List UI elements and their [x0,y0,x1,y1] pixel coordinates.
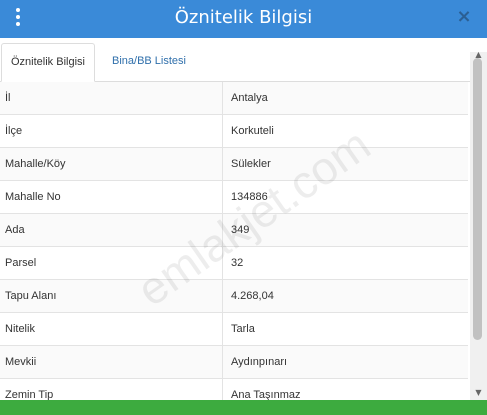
table-row: İl Antalya [0,82,468,115]
attribute-key: Parsel [0,246,223,280]
attribute-key: Nitelik [0,312,223,346]
close-icon[interactable]: × [453,6,475,28]
attribute-key: Mahalle/Köy [0,147,223,181]
table-row: Parsel 32 [0,246,468,280]
table-row: Ada 349 [0,213,468,247]
table-row: Nitelik Tarla [0,312,468,346]
tab-oznitelik-bilgisi[interactable]: Öznitelik Bilgisi [1,43,95,82]
attribute-key: Ada [0,213,223,247]
table-row: Mevkii Aydınpınarı [0,345,468,379]
attribute-value: Ana Taşınmaz [222,378,468,400]
scrollbar-thumb[interactable] [473,58,482,340]
attribute-value: Korkuteli [222,114,468,148]
table-row: Tapu Alanı 4.268,04 [0,279,468,313]
tab-bina-bb-listesi[interactable]: Bina/BB Listesi [103,43,195,80]
table-row: Mahalle No 134886 [0,180,468,214]
attribute-table: İl Antalya İlçe Korkuteli Mahalle/Köy Sü… [0,82,468,400]
scrollbar[interactable]: ▲ ▼ [470,50,487,400]
dialog-title: Öznitelik Bilgisi [174,7,313,28]
attribute-table-container: İl Antalya İlçe Korkuteli Mahalle/Köy Sü… [0,82,468,400]
attribute-value: 349 [222,213,468,247]
attribute-key: Mahalle No [0,180,223,214]
attribute-value: Antalya [222,82,468,115]
table-row: Mahalle/Köy Sülekler [0,147,468,181]
attribute-value: Aydınpınarı [222,345,468,379]
attribute-key: Mevkii [0,345,223,379]
table-row: Zemin Tip Ana Taşınmaz [0,378,468,400]
attribute-value: 32 [222,246,468,280]
attribute-key: Tapu Alanı [0,279,223,313]
attribute-value: 4.268,04 [222,279,468,313]
tab-bar: Öznitelik Bilgisi Bina/BB Listesi [0,38,470,82]
attribute-key: Zemin Tip [0,378,223,400]
dialog-header: Öznitelik Bilgisi × [0,0,487,38]
attribute-value: Tarla [222,312,468,346]
attribute-key: İl [0,82,223,115]
dialog-footer-bar [0,400,487,415]
table-row: İlçe Korkuteli [0,114,468,148]
scroll-down-arrow-icon[interactable]: ▼ [470,388,487,398]
attribute-value: Sülekler [222,147,468,181]
attribute-key: İlçe [0,114,223,148]
attribute-value: 134886 [222,180,468,214]
